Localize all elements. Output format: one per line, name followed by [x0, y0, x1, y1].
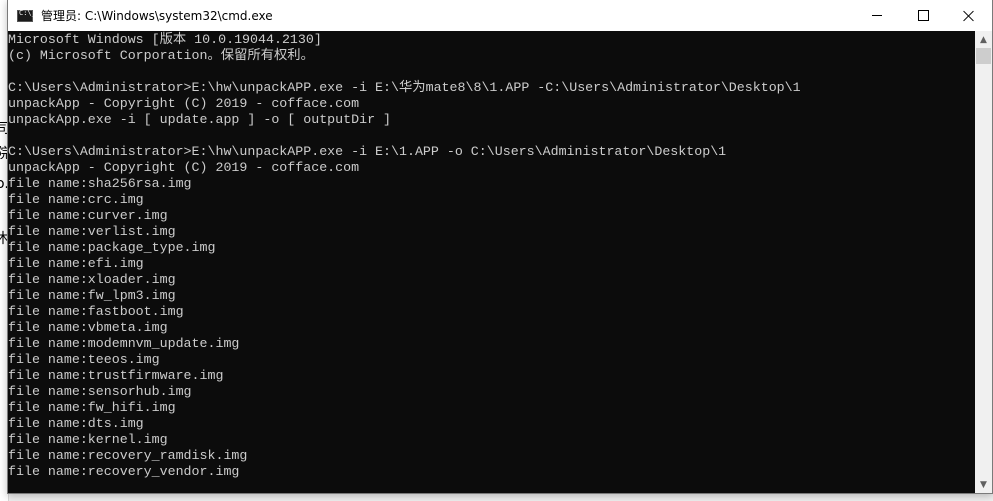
console-line: file name:crc.img: [8, 192, 144, 207]
console-line: file name:modemnvm_update.img: [8, 336, 240, 351]
chevron-down-icon: ▼: [980, 479, 987, 490]
console-line: file name:package_type.img: [8, 240, 216, 255]
console-line: file name:vbmeta.img: [8, 320, 168, 335]
window-controls: [854, 0, 992, 31]
console-line: file name:xloader.img: [8, 272, 176, 287]
console-line: file name:fw_hifi.img: [8, 400, 176, 415]
console-line: unpackApp.exe -i [ update.app ] -o [ out…: [8, 112, 392, 127]
console-line: file name:recovery_vendor.img: [8, 464, 240, 479]
console-line: file name:fw_lpm3.img: [8, 288, 176, 303]
scroll-up-button[interactable]: ▲: [975, 31, 992, 48]
maximize-icon: [917, 10, 929, 21]
console-line: unpackApp - Copyright (C) 2019 - cofface…: [8, 160, 360, 175]
console-output[interactable]: Microsoft Windows [版本 10.0.19044.2130] (c…: [8, 31, 969, 493]
maximize-button[interactable]: [900, 0, 946, 31]
console-line: C:\Users\Administrator>E:\hw\unpackAPP.e…: [8, 144, 727, 159]
console-line: file name:dts.img: [8, 416, 144, 431]
minimize-icon: [872, 15, 882, 16]
scroll-down-button[interactable]: ▼: [975, 476, 992, 493]
vertical-scrollbar[interactable]: ▲ ▼: [975, 31, 992, 493]
console-line: file name:teeos.img: [8, 352, 160, 367]
chevron-up-icon: ▲: [980, 34, 987, 45]
console-line: file name:curver.img: [8, 208, 168, 223]
title-bar[interactable]: 管理员: C:\Windows\system32\cmd.exe: [8, 0, 992, 31]
close-button[interactable]: [946, 0, 992, 31]
cmd-window: 管理员: C:\Windows\system32\cmd.exe Microso…: [7, 0, 993, 494]
console-line: Microsoft Windows [版本 10.0.19044.2130]: [8, 32, 322, 47]
console-line: file name:efi.img: [8, 256, 144, 271]
console-line: file name:fastboot.img: [8, 304, 184, 319]
minimize-button[interactable]: [854, 0, 900, 31]
window-title: 管理员: C:\Windows\system32\cmd.exe: [41, 9, 273, 23]
cmd-icon[interactable]: [17, 9, 36, 22]
console-line: file name:sensorhub.img: [8, 384, 192, 399]
console-line: C:\Users\Administrator>E:\hw\unpackAPP.e…: [8, 80, 801, 95]
console-line: unpackApp - Copyright (C) 2019 - cofface…: [8, 96, 360, 111]
console-line: file name:sha256rsa.img: [8, 176, 192, 191]
scroll-thumb[interactable]: [976, 48, 991, 64]
console-line: file name:kernel.img: [8, 432, 168, 447]
console-line: file name:recovery_ramdisk.img: [8, 448, 248, 463]
console-line: file name:trustfirmware.img: [8, 368, 224, 383]
console-line: file name:verlist.img: [8, 224, 176, 239]
close-icon: [963, 10, 975, 22]
console-line: (c) Microsoft Corporation。保留所有权利。: [8, 48, 314, 63]
